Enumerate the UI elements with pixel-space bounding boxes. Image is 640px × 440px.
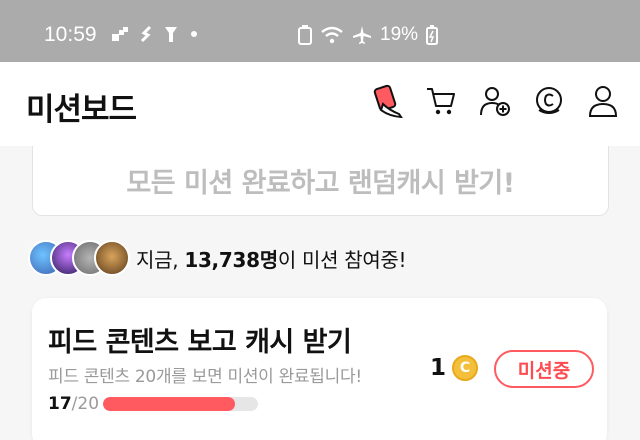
- system-status-bar: 10:59 19%: [0, 0, 640, 62]
- progress-current: 17: [48, 394, 72, 414]
- dot-icon: [191, 31, 197, 37]
- participants-count: 13,738명: [184, 247, 278, 272]
- all-missions-banner[interactable]: 모든 미션 완료하고 랜덤캐시 받기!: [32, 146, 609, 216]
- mission-description: 피드 콘텐츠 20개를 보면 미션이 완료됩니다!: [48, 367, 362, 387]
- battery-percent: 19%: [380, 24, 419, 45]
- app-header: 미션보드: [0, 62, 640, 146]
- cart-icon[interactable]: [424, 84, 458, 118]
- participants-prefix: 지금,: [136, 247, 185, 272]
- coin-c-icon[interactable]: [532, 84, 566, 118]
- participant-avatars: [28, 240, 134, 276]
- mission-board-content: 모든 미션 완료하고 랜덤캐시 받기! 지금, 13,738명이 미션 참여중!…: [0, 146, 640, 440]
- battery-charging-icon: [426, 25, 439, 45]
- header-actions: [370, 84, 620, 118]
- flashlight-icon: [165, 27, 177, 42]
- mission-title: 피드 콘텐츠 보고 캐시 받기: [48, 327, 352, 358]
- reward-amount: 1: [430, 355, 447, 381]
- recycle-battery-icon: [298, 25, 312, 45]
- page-title: 미션보드: [26, 92, 137, 128]
- participants-suffix: 이 미션 참여중!: [277, 247, 407, 272]
- airplane-icon: [353, 26, 371, 44]
- s-icon: [140, 25, 152, 43]
- progress-bar-fill: [103, 397, 235, 411]
- mission-progress: 17/20: [48, 394, 259, 414]
- status-left-icons: [112, 25, 198, 43]
- mission-status-button[interactable]: 미션중: [494, 350, 594, 388]
- coin-icon: C: [452, 355, 479, 381]
- banner-text: 모든 미션 완료하고 랜덤캐시 받기!: [126, 168, 515, 199]
- wifi-icon: [321, 26, 343, 44]
- progress-bar: [103, 397, 259, 411]
- status-right-icons: 19%: [298, 24, 439, 46]
- profile-icon[interactable]: [586, 84, 620, 118]
- mission-card-icon[interactable]: [370, 84, 404, 118]
- participants-row: 지금, 13,738명이 미션 참여중!: [28, 238, 407, 278]
- grid-icon: [112, 27, 128, 41]
- add-friend-icon[interactable]: [478, 84, 512, 118]
- avatar: [94, 240, 130, 276]
- progress-label: 17/20: [48, 394, 99, 414]
- mission-reward: 1 C: [430, 355, 479, 381]
- mission-card[interactable]: 피드 콘텐츠 보고 캐시 받기 피드 콘텐츠 20개를 보면 미션이 완료됩니다…: [32, 298, 607, 440]
- clock: 10:59: [44, 23, 97, 46]
- participants-text: 지금, 13,738명이 미션 참여중!: [136, 244, 407, 273]
- progress-total: /20: [71, 394, 100, 414]
